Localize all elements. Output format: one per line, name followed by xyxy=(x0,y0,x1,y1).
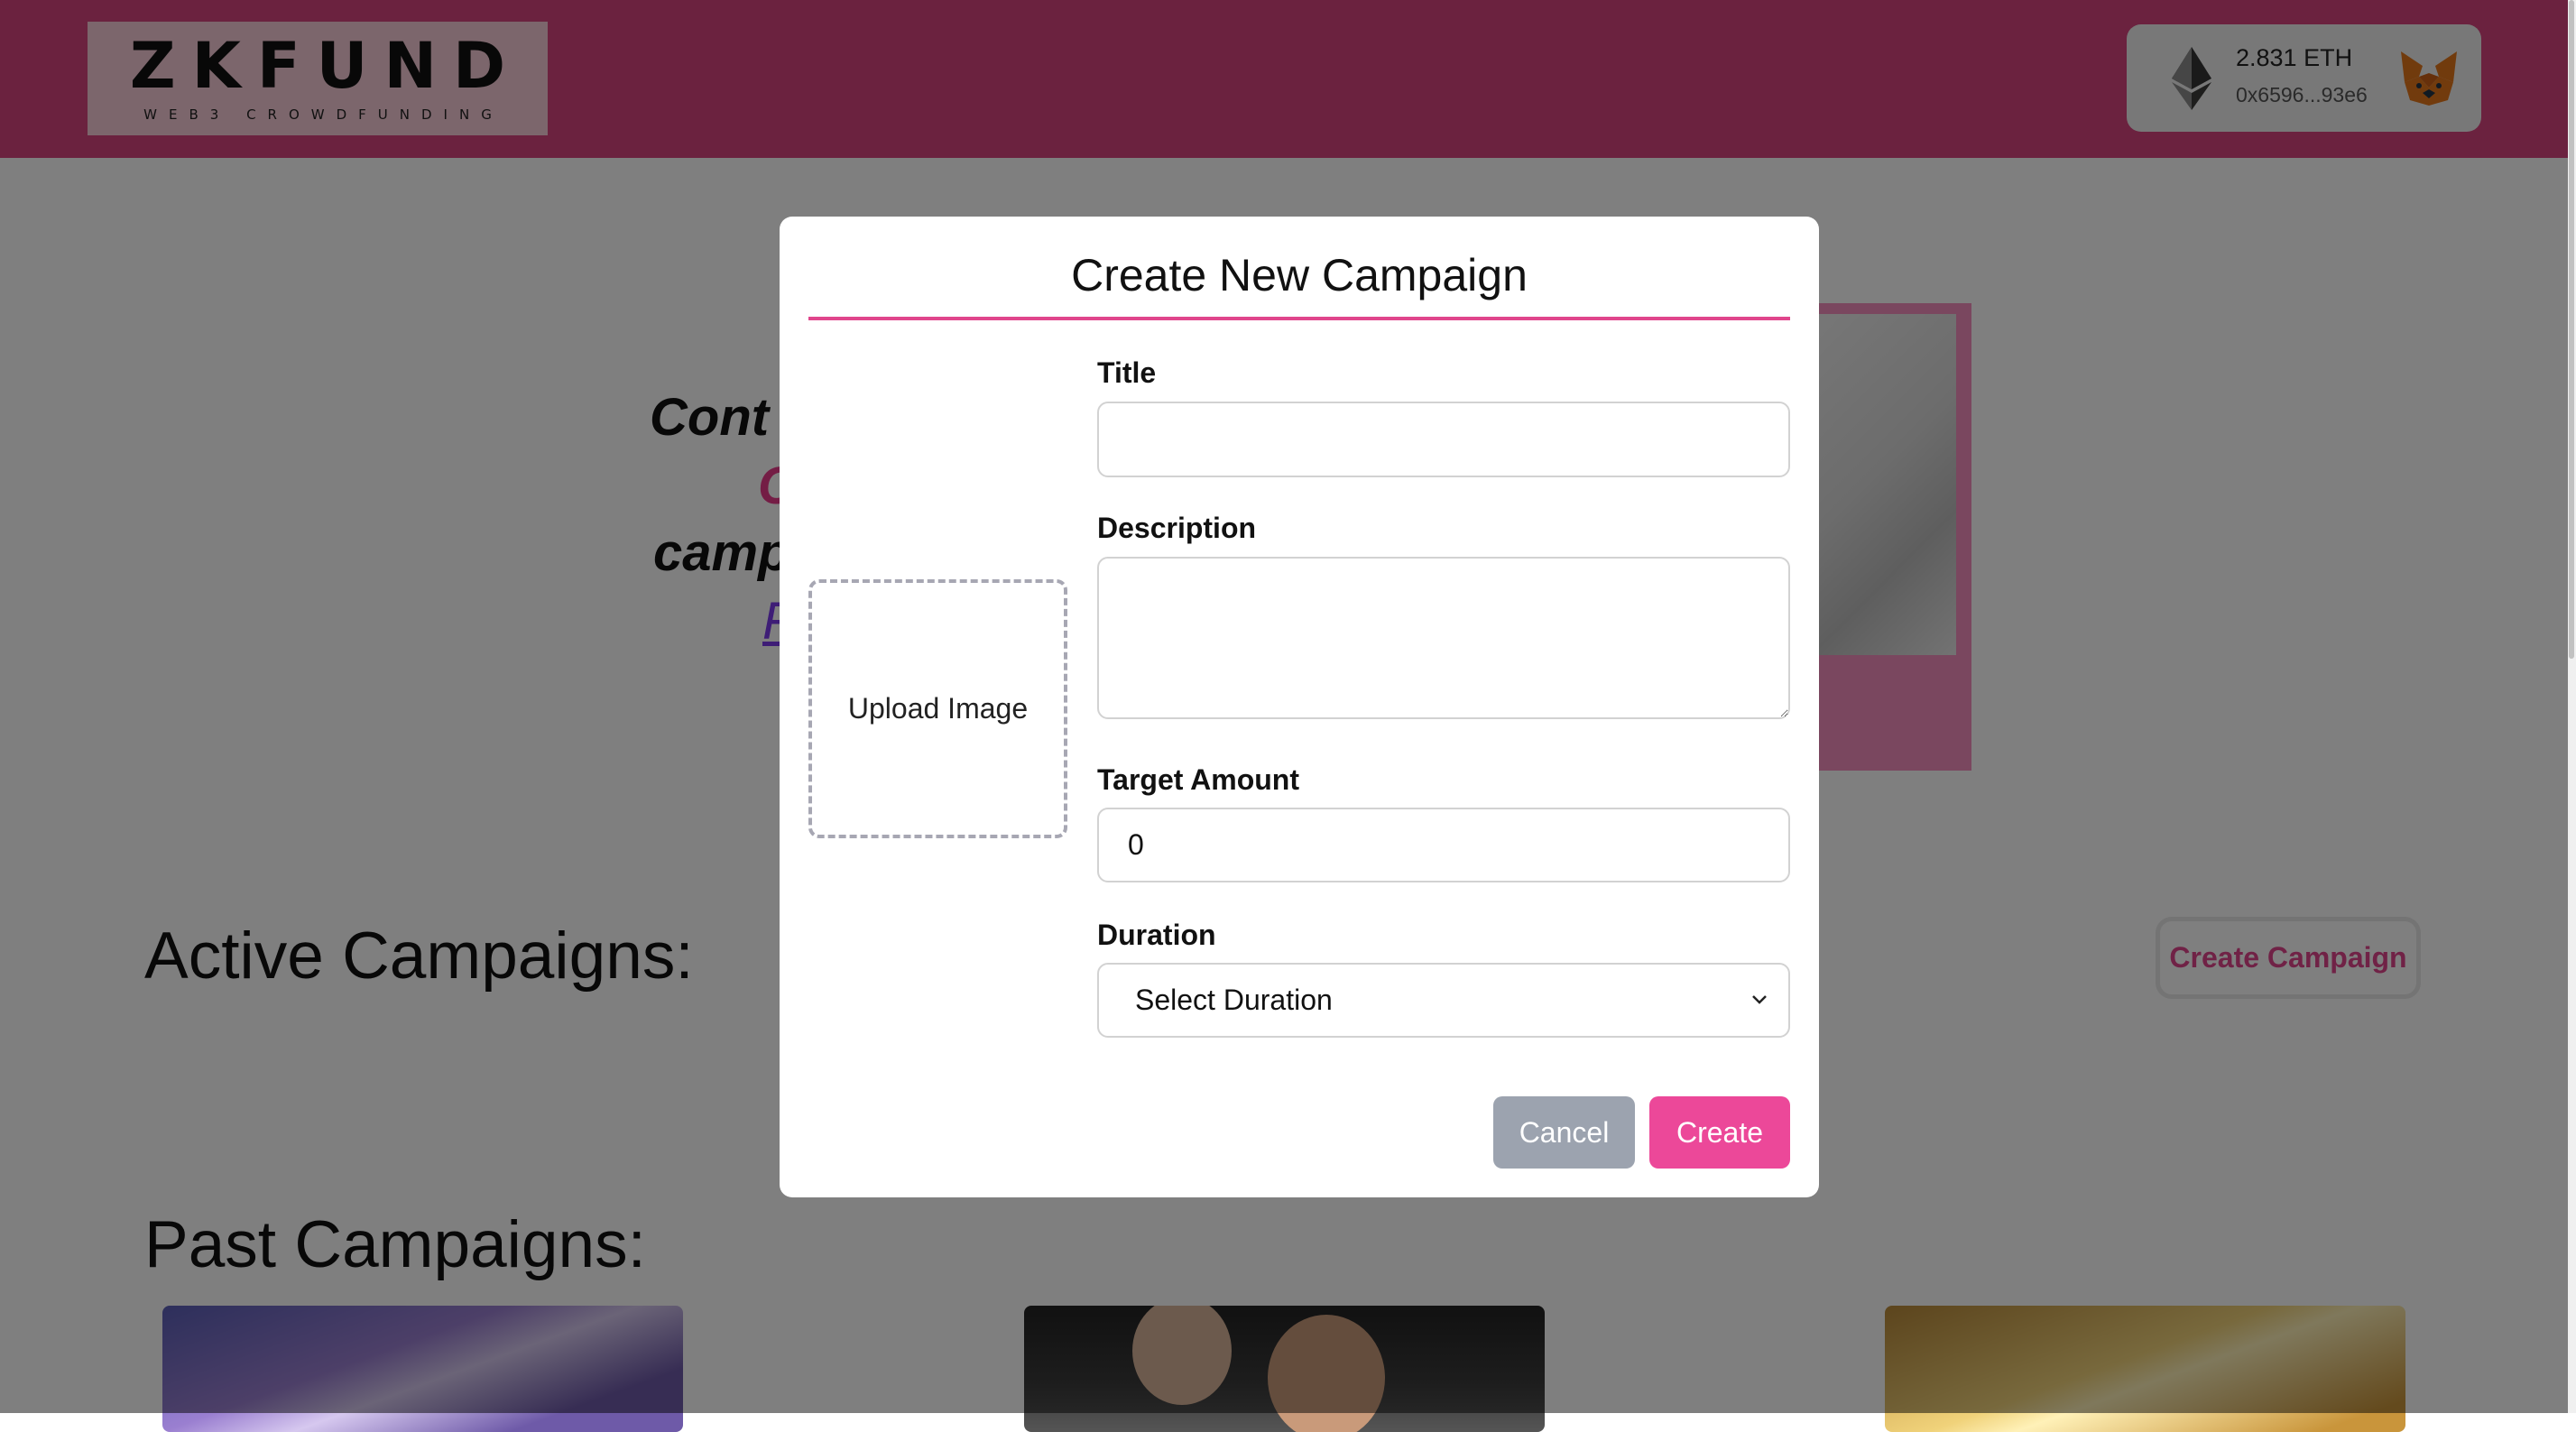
create-button[interactable]: Create xyxy=(1649,1096,1790,1169)
chevron-down-icon xyxy=(1752,995,1767,1004)
target-amount-label: Target Amount xyxy=(1097,763,1299,796)
scrollbar-thumb[interactable] xyxy=(2569,0,2574,659)
create-campaign-modal: Create New Campaign Upload Image Title D… xyxy=(780,217,1819,1197)
title-input[interactable] xyxy=(1097,402,1790,477)
target-amount-input[interactable] xyxy=(1097,808,1790,882)
duration-select[interactable]: Select Duration xyxy=(1097,963,1790,1038)
duration-label: Duration xyxy=(1097,919,1216,951)
duration-selected-value: Select Duration xyxy=(1135,984,1333,1016)
description-textarea[interactable] xyxy=(1097,557,1790,719)
cancel-button[interactable]: Cancel xyxy=(1493,1096,1635,1169)
upload-image-dropzone[interactable]: Upload Image xyxy=(808,579,1067,838)
modal-title: Create New Campaign xyxy=(1071,250,1528,300)
title-label: Title xyxy=(1097,356,1157,389)
description-label: Description xyxy=(1097,512,1257,544)
title-divider xyxy=(808,317,1790,320)
